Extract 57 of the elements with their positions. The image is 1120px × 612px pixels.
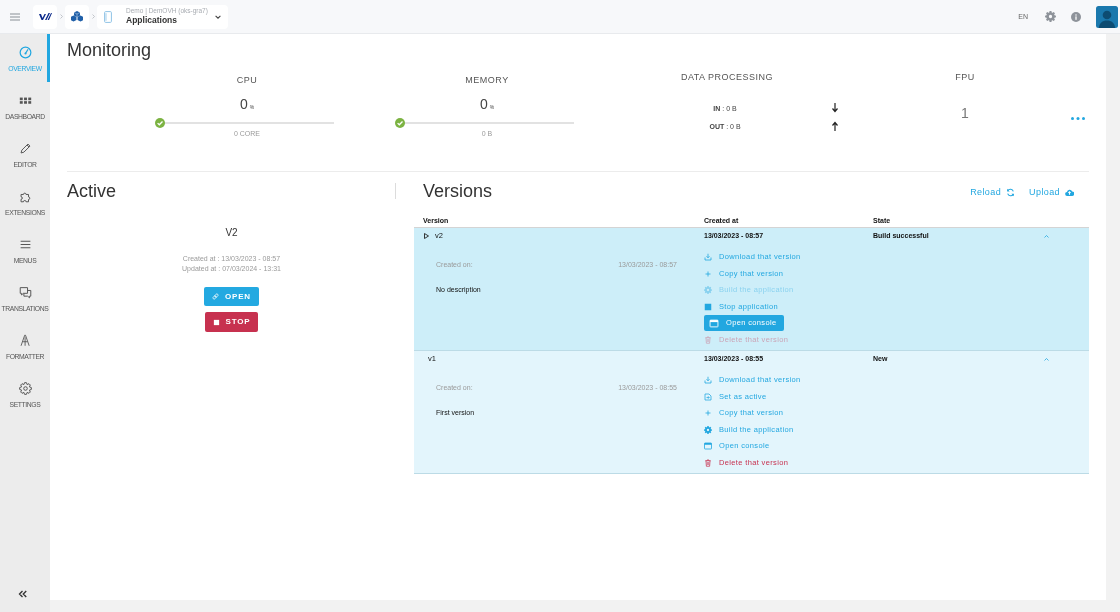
document-icon <box>104 10 112 23</box>
info-icon[interactable] <box>1071 11 1081 22</box>
toolbar-button[interactable]: Upload <box>1029 187 1074 198</box>
plus-icon <box>704 269 712 278</box>
trash-icon <box>704 335 712 344</box>
download-icon <box>704 253 712 262</box>
open-button[interactable]: OPEN <box>204 287 259 306</box>
metric-label: CPU <box>236 74 258 86</box>
menu-icon[interactable] <box>10 12 20 21</box>
logo-icon <box>38 12 52 21</box>
cubes-icon <box>71 11 83 22</box>
double-chevron-left-icon[interactable] <box>17 590 27 598</box>
up-arrow-icon <box>832 121 838 131</box>
stop-icon <box>704 302 712 311</box>
metric-value: 0 <box>239 96 248 112</box>
window-icon <box>704 442 712 451</box>
document-arrow-icon <box>704 392 712 401</box>
avatar-icon[interactable] <box>1096 5 1118 28</box>
plus-icon <box>704 409 712 418</box>
settings-icon[interactable] <box>1045 11 1056 22</box>
page-title: Applications <box>126 15 177 26</box>
speech-bubbles-icon <box>18 286 32 299</box>
section-title: Versions <box>423 180 493 202</box>
toolbar-button[interactable]: Reload <box>970 187 1016 198</box>
section-title: Active <box>67 180 117 202</box>
metric-label: MEMORY <box>465 74 509 86</box>
link-icon <box>212 293 220 300</box>
refresh-icon <box>1006 188 1016 197</box>
window-icon <box>709 318 719 328</box>
logo-button[interactable] <box>33 4 57 29</box>
chevron-up-icon[interactable] <box>1044 234 1049 238</box>
stop-button[interactable]: STOP <box>205 312 258 332</box>
caret-down-icon <box>215 14 221 19</box>
cloud-upload-icon <box>1065 188 1074 197</box>
down-arrow-icon <box>832 103 838 113</box>
trash-icon <box>704 458 712 467</box>
chevron-right-icon <box>60 14 63 19</box>
gear-icon <box>704 286 712 295</box>
gear-icon <box>704 425 712 434</box>
more-icon[interactable] <box>1071 117 1085 120</box>
chevron-up-icon[interactable] <box>1044 357 1049 361</box>
menu-icon <box>18 238 32 251</box>
download-icon <box>704 376 712 385</box>
metric-value: 1 <box>961 104 969 122</box>
pencil-icon <box>18 142 32 155</box>
breadcrumb-button[interactable] <box>65 4 89 29</box>
metric-label: FPU <box>955 71 975 83</box>
metric-value: 0 <box>479 96 488 112</box>
chevron-right-icon <box>92 14 95 19</box>
gauge-icon <box>18 46 32 59</box>
letter-a-icon <box>18 334 32 347</box>
section-title: Monitoring <box>67 39 152 61</box>
active-version: V2 <box>225 227 238 239</box>
stop-icon <box>212 318 220 326</box>
puzzle-icon <box>18 190 32 203</box>
metric-label: DATA PROCESSING <box>680 71 774 83</box>
settings-icon <box>18 382 32 395</box>
